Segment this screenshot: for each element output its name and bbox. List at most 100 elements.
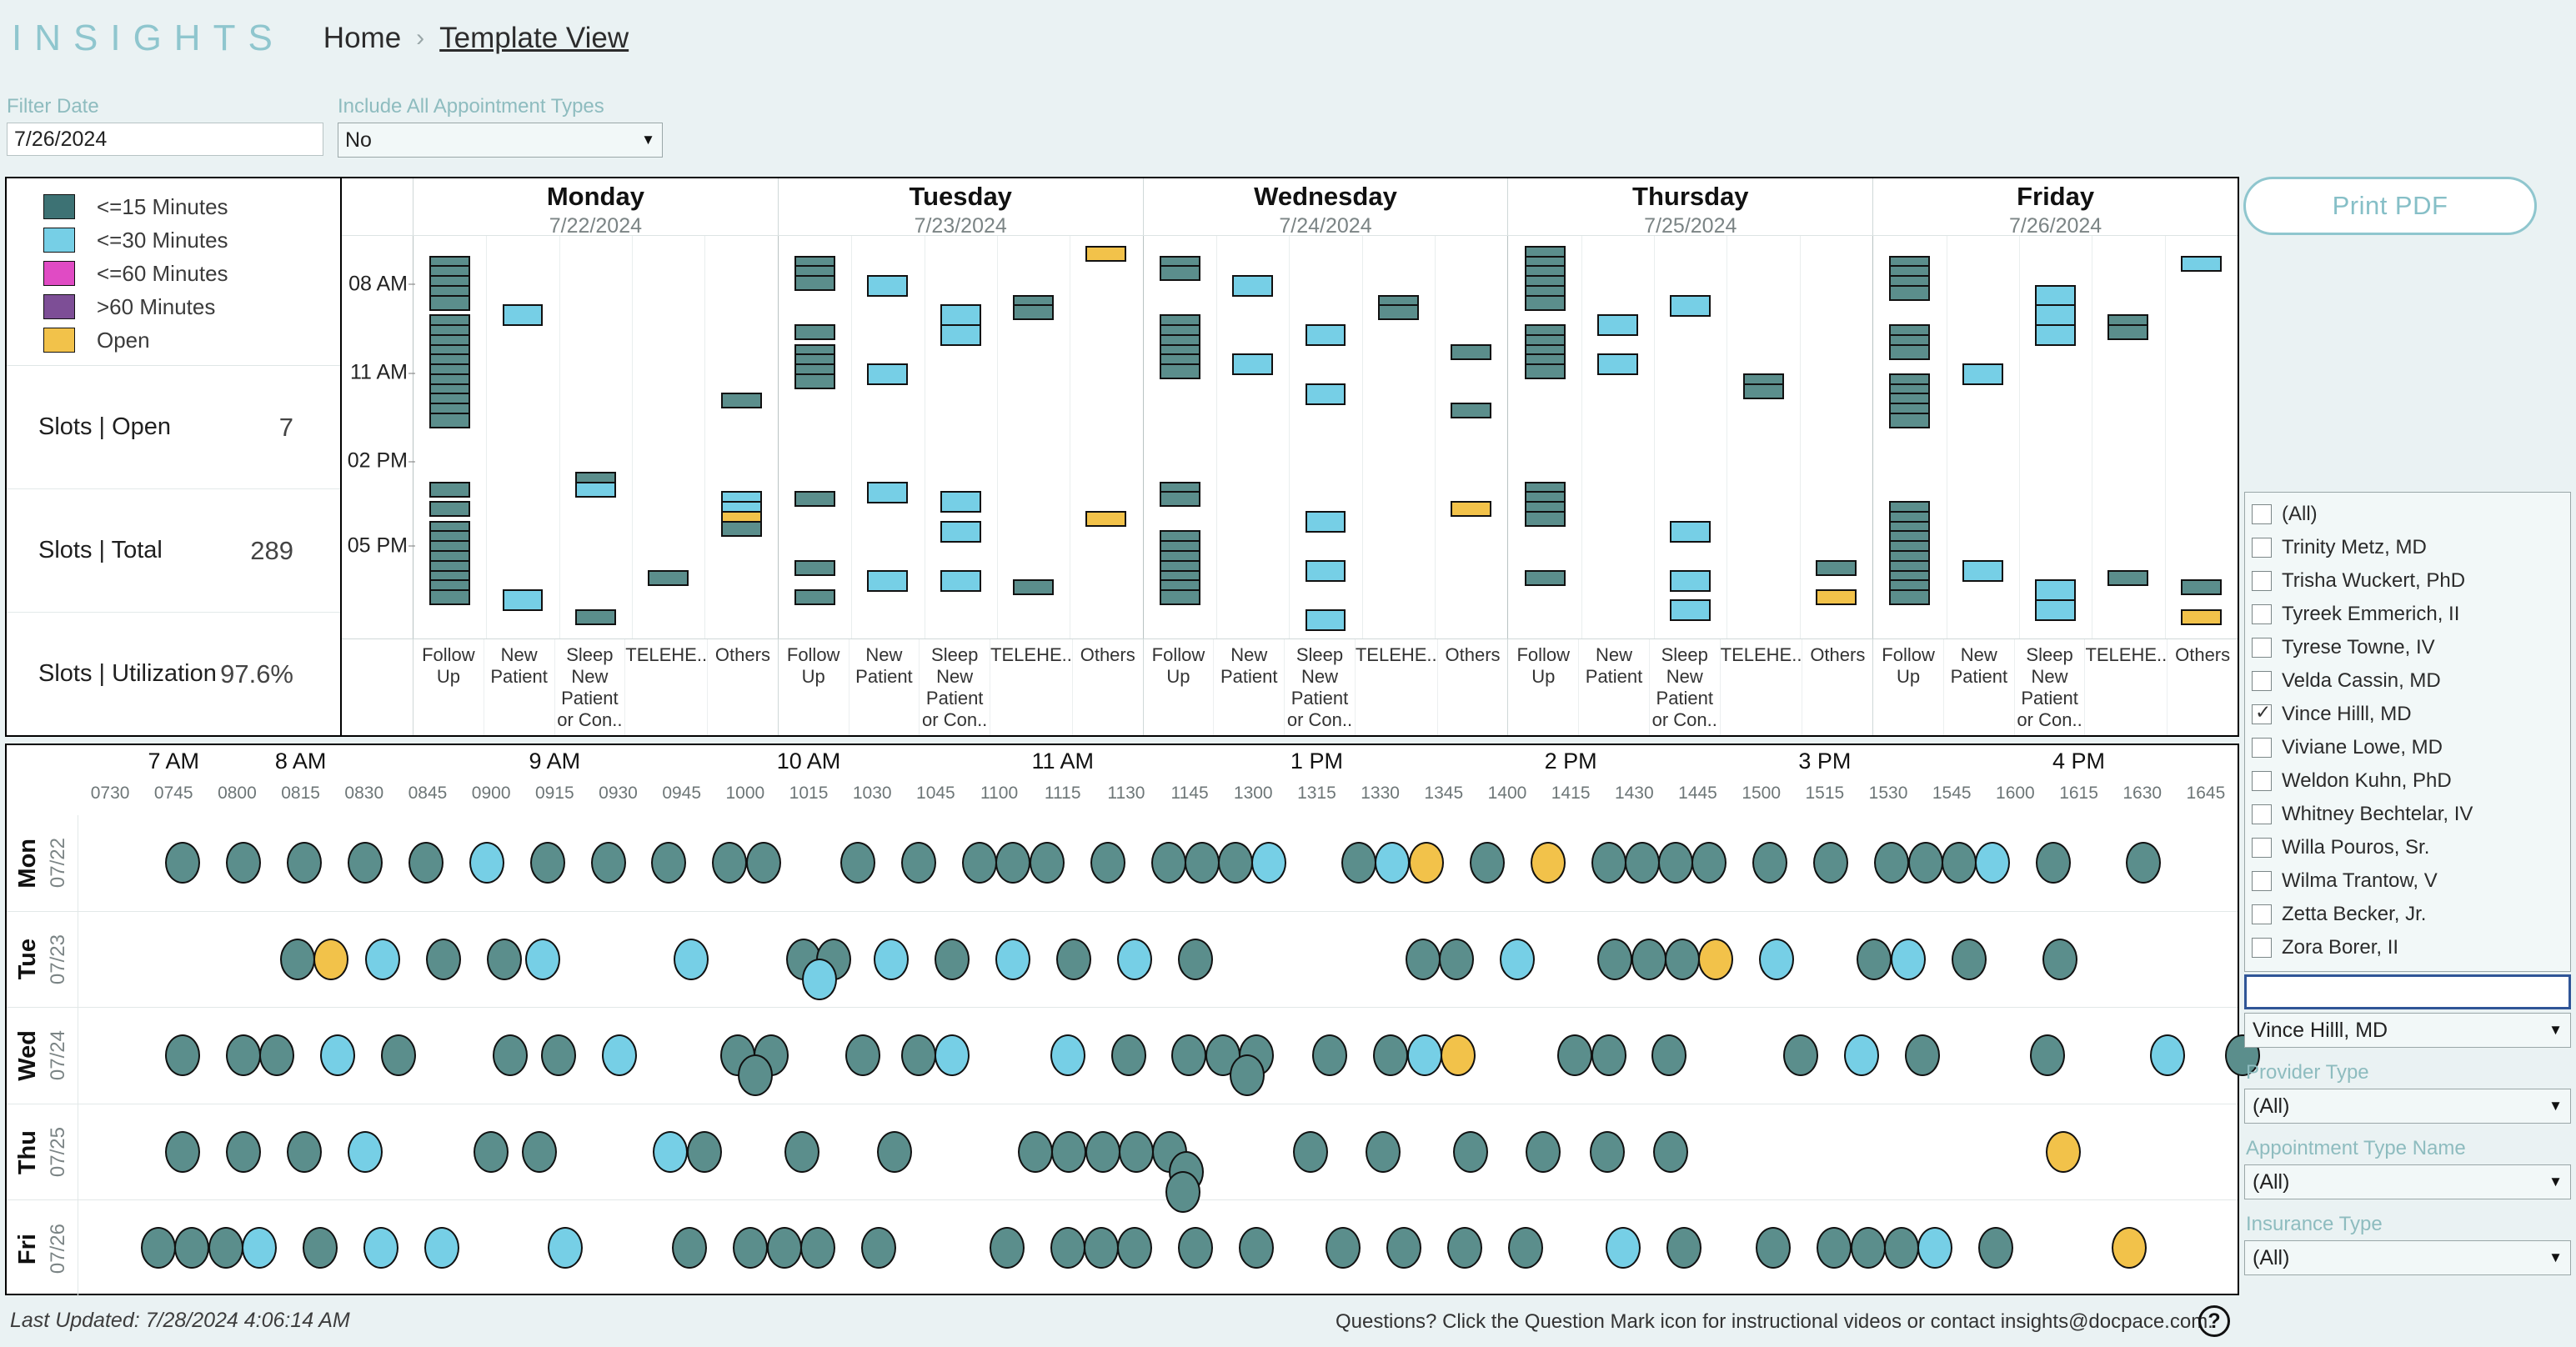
timeline-slot-dot[interactable] — [1813, 842, 1849, 884]
timeline-slot-dot[interactable] — [1110, 1034, 1146, 1077]
timeline-slot-dot[interactable] — [1446, 1227, 1482, 1269]
timeline-slot-dot[interactable] — [1975, 842, 2011, 884]
timeline-slot-dot[interactable] — [2149, 1034, 2185, 1077]
gantt-type-label[interactable]: Follow Up — [1873, 639, 1944, 735]
timeline-slot-dot[interactable] — [1373, 1034, 1409, 1077]
gantt-appointment-bar[interactable] — [940, 491, 981, 513]
gantt-type-label[interactable]: New Patient — [849, 639, 920, 735]
timeline-slot-dot[interactable] — [1325, 1227, 1361, 1269]
breadcrumb-template-view[interactable]: Template View — [439, 22, 629, 55]
gantt-appointment-bar[interactable] — [1305, 559, 1346, 582]
timeline-slot-dot[interactable] — [901, 1034, 936, 1077]
gantt-appointment-bar[interactable] — [502, 589, 544, 612]
timeline-slot-dot[interactable] — [877, 1130, 913, 1173]
provider-checkbox[interactable] — [2252, 904, 2272, 924]
gantt-appointment-bar[interactable] — [2180, 608, 2222, 625]
provider-list-item[interactable]: Velda Cassin, MD — [2252, 664, 2563, 698]
timeline-slot-dot[interactable] — [1500, 938, 1536, 980]
timeline-slot-dot[interactable] — [989, 1227, 1025, 1269]
timeline-slot-dot[interactable] — [1605, 1227, 1641, 1269]
timeline-slot-dot[interactable] — [1018, 1130, 1054, 1173]
gantt-appointment-bar[interactable] — [1377, 304, 1419, 321]
gantt-type-label[interactable]: Others — [2168, 639, 2238, 735]
timeline-slot-dot[interactable] — [1341, 842, 1376, 884]
provider-checkbox[interactable] — [2252, 804, 2272, 824]
timeline-slot-dot[interactable] — [1817, 1227, 1852, 1269]
timeline-slot-dot[interactable] — [1890, 938, 1926, 980]
provider-checkbox[interactable] — [2252, 701, 2272, 724]
gantt-type-label[interactable]: New Patient — [1944, 639, 2015, 735]
provider-checkbox-list[interactable]: (All) Trinity Metz, MD Trisha Wuckert, PhD… — [2244, 492, 2571, 972]
timeline-slot-dot[interactable] — [1597, 938, 1633, 980]
gantt-appointment-bar[interactable] — [1889, 589, 1931, 606]
timeline-slot-dot[interactable] — [1782, 1034, 1818, 1077]
timeline-slot-dot[interactable] — [1666, 1227, 1701, 1269]
timeline-slot-dot[interactable] — [1218, 842, 1254, 884]
timeline-slot-dot[interactable] — [364, 938, 400, 980]
gantt-appointment-bar[interactable] — [940, 304, 981, 327]
appointment-type-select[interactable]: (All) ▼ — [2244, 1164, 2571, 1199]
provider-checkbox[interactable] — [2252, 604, 2272, 624]
timeline-slot-dot[interactable] — [1857, 938, 1892, 980]
timeline-slot-dot[interactable] — [1056, 938, 1092, 980]
timeline-slot-dot[interactable] — [1229, 1054, 1265, 1097]
timeline-slot-dot[interactable] — [1691, 842, 1727, 884]
provider-list-item[interactable]: Wilma Trantow, V — [2252, 864, 2563, 898]
gantt-appointment-bar[interactable] — [429, 501, 471, 518]
gantt-type-label[interactable]: New Patient — [1579, 639, 1650, 735]
timeline-slot-dot[interactable] — [1658, 842, 1694, 884]
timeline-slot-dot[interactable] — [1029, 842, 1065, 884]
timeline-slot-dot[interactable] — [1942, 842, 1977, 884]
timeline-slot-dot[interactable] — [1907, 842, 1943, 884]
provider-search-input[interactable] — [2244, 974, 2571, 1009]
timeline-slot-dot[interactable] — [745, 842, 781, 884]
timeline-slot-dot[interactable] — [1759, 938, 1795, 980]
gantt-appointment-bar[interactable] — [720, 393, 762, 409]
gantt-appointment-bar[interactable] — [1451, 343, 1492, 360]
timeline-slot-dot[interactable] — [474, 1130, 509, 1173]
timeline-slot-dot[interactable] — [1624, 842, 1660, 884]
gantt-type-label[interactable]: TELEHE.. — [2085, 639, 2168, 735]
timeline-slot-dot[interactable] — [1178, 938, 1214, 980]
gantt-appointment-bar[interactable] — [2035, 284, 2077, 307]
timeline-slot-dot[interactable] — [286, 1130, 322, 1173]
filter-date-input[interactable]: 7/26/2024 — [7, 123, 323, 156]
gantt-appointment-bar[interactable] — [794, 324, 835, 341]
timeline-slot-dot[interactable] — [164, 1130, 200, 1173]
legend-item[interactable]: <=60 Minutes — [43, 257, 340, 290]
gantt-appointment-bar[interactable] — [1232, 353, 1274, 376]
provider-checkbox[interactable] — [2252, 638, 2272, 658]
timeline-slot-dot[interactable] — [225, 1034, 261, 1077]
gantt-appointment-bar[interactable] — [794, 559, 835, 576]
gantt-appointment-bar[interactable] — [2035, 324, 2077, 347]
timeline-slot-dot[interactable] — [1408, 842, 1444, 884]
gantt-appointment-bar[interactable] — [1962, 363, 2003, 386]
gantt-appointment-bar[interactable] — [574, 608, 616, 625]
gantt-appointment-bar[interactable] — [1742, 383, 1784, 399]
provider-list-item[interactable]: Tyreek Emmerich, II — [2252, 598, 2563, 631]
gantt-appointment-bar[interactable] — [794, 589, 835, 606]
gantt-appointment-bar[interactable] — [1816, 589, 1857, 606]
gantt-type-label[interactable]: Others — [1073, 639, 1143, 735]
gantt-appointment-bar[interactable] — [2035, 598, 2077, 621]
gantt-type-label[interactable]: Follow Up — [779, 639, 849, 735]
gantt-appointment-bar[interactable] — [1013, 304, 1054, 321]
timeline-slot-dot[interactable] — [674, 938, 709, 980]
timeline-slot-dot[interactable] — [935, 938, 970, 980]
provider-checkbox[interactable] — [2252, 504, 2272, 524]
timeline-slot-dot[interactable] — [961, 842, 997, 884]
provider-list-item[interactable]: Zora Borer, II — [2252, 931, 2563, 964]
timeline-slot-dot[interactable] — [2125, 842, 2161, 884]
timeline-slot-dot[interactable] — [1698, 938, 1734, 980]
legend-item[interactable]: >60 Minutes — [43, 290, 340, 323]
timeline-slot-dot[interactable] — [302, 1227, 338, 1269]
gantt-appointment-bar[interactable] — [429, 413, 471, 429]
gantt-appointment-bar[interactable] — [1524, 294, 1566, 311]
timeline-slot-dot[interactable] — [2111, 1227, 2147, 1269]
timeline-slot-dot[interactable] — [738, 1054, 774, 1097]
provider-type-select[interactable]: (All) ▼ — [2244, 1089, 2571, 1124]
provider-checkbox[interactable] — [2252, 938, 2272, 958]
gantt-appointment-bar[interactable] — [1889, 284, 1931, 301]
timeline-slot-dot[interactable] — [844, 1034, 880, 1077]
gantt-appointment-bar[interactable] — [2107, 324, 2149, 341]
